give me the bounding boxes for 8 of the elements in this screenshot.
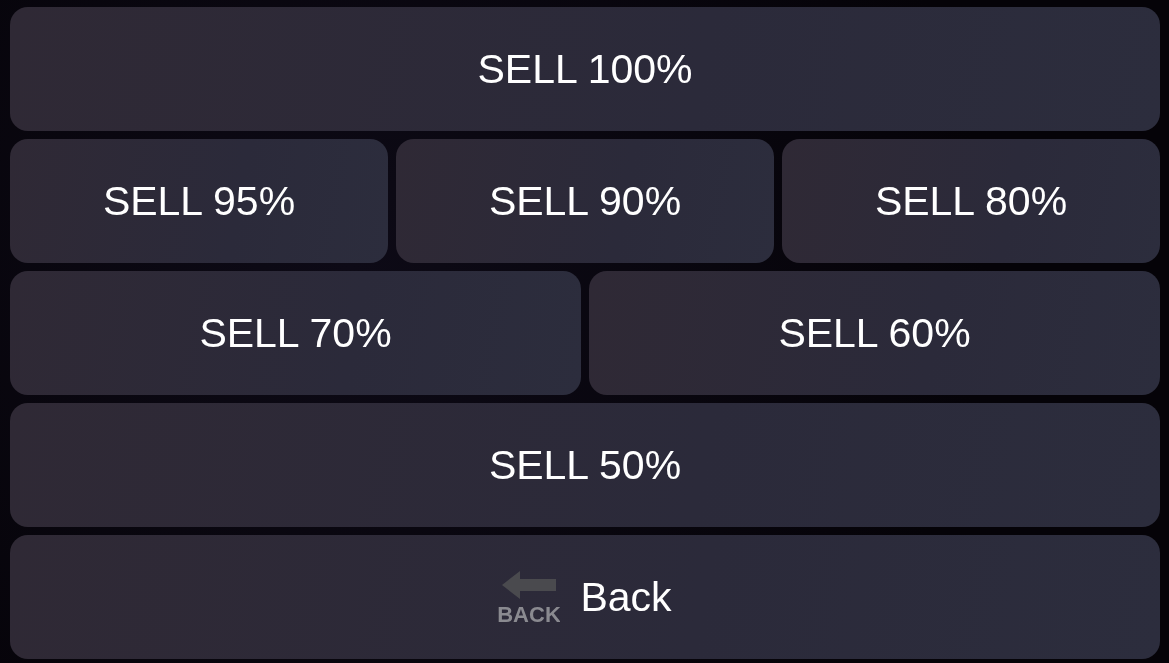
sell-button[interactable]: SELL 60%: [589, 271, 1160, 395]
sell-button[interactable]: SELL 100%: [10, 7, 1160, 131]
sell-button[interactable]: SELL 95%: [10, 139, 388, 263]
sell-button[interactable]: SELL 50%: [10, 403, 1160, 527]
back-button[interactable]: BACK Back: [10, 535, 1160, 659]
sell-button[interactable]: SELL 70%: [10, 271, 581, 395]
sell-button[interactable]: SELL 90%: [396, 139, 774, 263]
sell-button[interactable]: SELL 80%: [782, 139, 1160, 263]
